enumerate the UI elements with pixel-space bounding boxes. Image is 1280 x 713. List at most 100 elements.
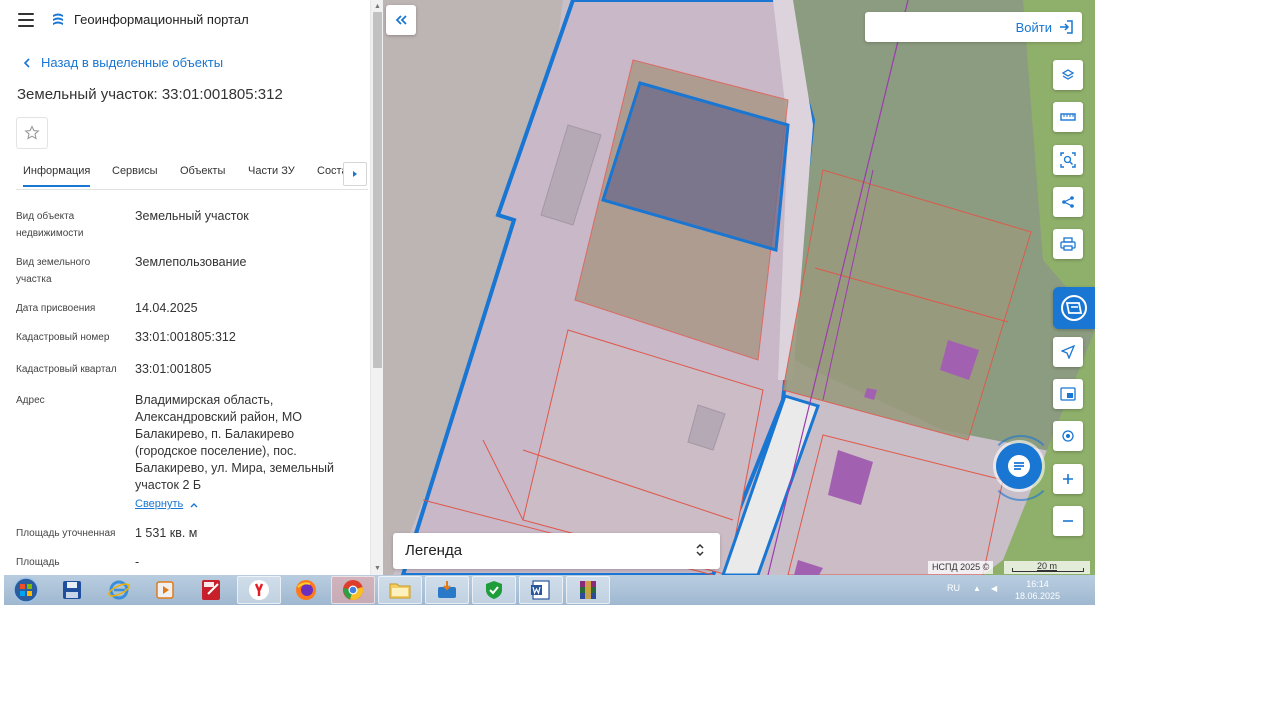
login-button[interactable]: Войти	[1016, 19, 1074, 35]
property-label: Площадь	[16, 557, 60, 568]
etp-icon	[438, 581, 456, 598]
security-shield-icon	[486, 581, 502, 599]
yandex-browser-icon	[249, 580, 269, 600]
tab-objects[interactable]: Объекты	[180, 165, 225, 177]
legend-label: Легенда	[405, 542, 463, 559]
property-label: Адрес	[16, 395, 45, 406]
pdf-editor-icon	[202, 580, 220, 600]
taskbar-pdf[interactable]	[190, 576, 234, 604]
menu-icon[interactable]	[18, 13, 34, 27]
expand-arrows-icon	[696, 543, 704, 557]
media-player-icon	[156, 581, 174, 599]
info-tabs: Информация Сервисы Объекты Части ЗУ Сост…	[16, 157, 368, 190]
property-value: 33:01:001805	[135, 362, 212, 376]
tab-composition[interactable]: Состав	[317, 165, 343, 177]
property-label: Площадь уточненная	[16, 528, 116, 539]
favorite-button[interactable]	[16, 117, 48, 149]
property-value: 33:01:001805:312	[135, 330, 236, 344]
taskbar-explorer[interactable]	[378, 576, 422, 604]
property-value: Владимирская область, Александровский ра…	[135, 392, 355, 513]
taskbar-chrome[interactable]	[331, 576, 375, 604]
nspd-button[interactable]	[1053, 287, 1095, 329]
tab-information[interactable]: Информация	[23, 165, 91, 187]
property-value: 14.04.2025	[135, 301, 198, 315]
taskbar-ie[interactable]	[97, 576, 141, 604]
navigate-button[interactable]	[1053, 337, 1083, 367]
scrollbar-thumb[interactable]	[373, 12, 382, 368]
geolocate-button[interactable]	[1053, 421, 1083, 451]
property-value: 1 531 кв. м	[135, 526, 198, 540]
collapse-label: Свернуть	[135, 498, 184, 510]
zoom-out-icon	[1063, 520, 1073, 522]
layers-icon	[1061, 69, 1075, 80]
tab-parts[interactable]: Части ЗУ	[248, 165, 295, 177]
chevron-left-icon	[23, 57, 30, 68]
tray-expand-icon[interactable]: ▲	[973, 585, 981, 593]
property-value: Землепользование	[135, 255, 247, 269]
login-icon	[1060, 20, 1073, 34]
property-label: Дата присвоения	[16, 303, 96, 314]
minimap-button[interactable]	[1053, 379, 1083, 409]
property-value: -	[135, 555, 140, 569]
back-link-label: Назад в выделенные объекты	[41, 55, 224, 70]
taskbar-yandex[interactable]	[237, 576, 281, 604]
start-button[interactable]	[8, 576, 44, 604]
login-label: Войти	[1015, 19, 1052, 35]
taskbar-security[interactable]	[472, 576, 516, 604]
volume-icon[interactable]: ◀	[991, 585, 999, 593]
area-select-button[interactable]	[1053, 145, 1083, 175]
tabs-scroll-right-button[interactable]	[343, 162, 367, 186]
zoom-in-icon	[1063, 474, 1073, 484]
object-title: Земельный участок: 33:01:001805:312	[17, 86, 283, 103]
save-icon	[63, 581, 81, 599]
star-icon	[24, 125, 40, 140]
language-indicator[interactable]: RU	[947, 583, 960, 593]
measure-button[interactable]	[1053, 102, 1083, 132]
print-button[interactable]	[1053, 229, 1083, 259]
property-label: Вид объекта недвижимости	[16, 211, 84, 239]
info-panel: Геоинформационный портал Назад в выделен…	[0, 0, 370, 575]
file-explorer-icon	[389, 583, 411, 599]
geolocate-icon	[1062, 430, 1074, 442]
taskbar: RU ▲ ◀ 16:14 18.06.2025	[4, 575, 1095, 605]
taskbar-firefox[interactable]	[284, 576, 328, 604]
taskbar-winrar[interactable]	[566, 576, 610, 604]
taskbar-word[interactable]	[519, 576, 563, 604]
tab-services[interactable]: Сервисы	[112, 165, 158, 177]
chevron-up-icon	[190, 502, 198, 507]
share-icon	[1062, 196, 1074, 208]
back-to-selected-link[interactable]: Назад в выделенные объекты	[20, 55, 223, 70]
clock[interactable]: 16:14 18.06.2025	[1015, 578, 1060, 602]
portal-logo-icon	[53, 13, 63, 25]
property-label: Вид земельного участка	[16, 257, 91, 285]
winrar-icon	[580, 581, 596, 599]
taskbar-save[interactable]	[50, 576, 94, 604]
taskbar-media[interactable]	[143, 576, 187, 604]
map-layer	[383, 0, 1095, 575]
collapse-panel-button[interactable]	[386, 5, 416, 35]
scroll-down-arrow-icon[interactable]: ▼	[373, 564, 382, 573]
chat-icon	[1008, 455, 1030, 477]
word-icon	[531, 580, 550, 600]
clock-time: 16:14	[1026, 579, 1049, 589]
scale-line	[1012, 568, 1084, 572]
screen: Геоинформационный портал Назад в выделен…	[0, 0, 1095, 605]
scroll-up-arrow-icon[interactable]: ▲	[373, 2, 382, 11]
clock-date: 18.06.2025	[1015, 591, 1061, 601]
minimap-icon	[1060, 387, 1076, 401]
layers-button[interactable]	[1053, 60, 1083, 90]
map-canvas[interactable]	[383, 0, 1095, 575]
scale-bar: 20 m	[1004, 561, 1090, 574]
ruler-icon	[1060, 113, 1076, 121]
taskbar-etp[interactable]	[425, 576, 469, 604]
panel-scrollbar[interactable]: ▲ ▼	[370, 0, 384, 575]
chat-button[interactable]	[996, 443, 1042, 489]
zoom-out-button[interactable]	[1053, 506, 1083, 536]
property-label: Кадастровый номер	[16, 332, 110, 343]
app-header: Геоинформационный портал	[0, 0, 370, 40]
zoom-in-button[interactable]	[1053, 464, 1083, 494]
legend-dropdown[interactable]: Легенда	[393, 533, 720, 569]
chrome-icon	[343, 580, 363, 600]
collapse-link[interactable]: Свернуть	[135, 496, 200, 513]
share-button[interactable]	[1053, 187, 1083, 217]
